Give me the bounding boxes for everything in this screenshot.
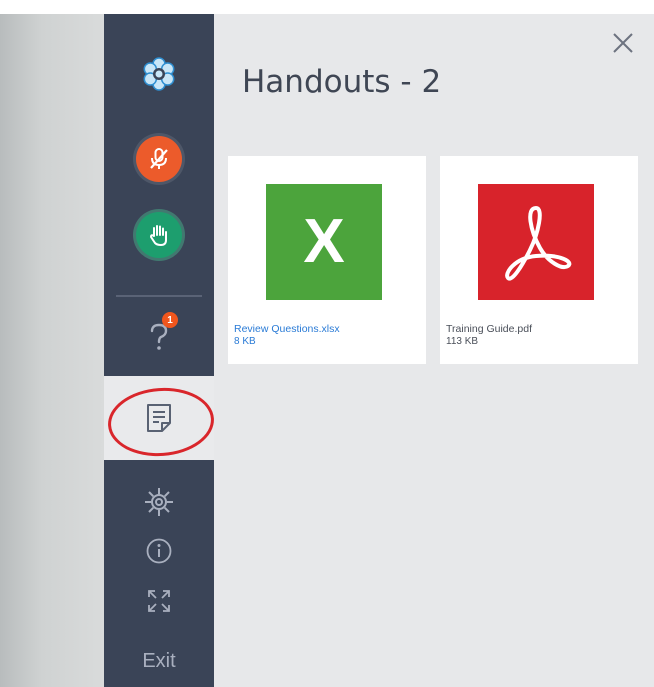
gear-icon	[145, 488, 173, 516]
mute-microphone-button[interactable]	[136, 136, 182, 182]
question-count-badge: 1	[162, 312, 178, 328]
sidebar-divider	[116, 295, 202, 297]
panel-title: Handouts - 2	[242, 64, 442, 100]
raise-hand-button[interactable]	[136, 212, 182, 258]
control-sidebar: 1 Exit	[104, 14, 217, 687]
pdf-file-icon	[478, 184, 594, 300]
blurred-background	[0, 14, 104, 687]
handout-file-name[interactable]: Training Guide.pdf	[446, 323, 532, 335]
handouts-panel: Handouts - 2 X Review Questions.xlsx 8 K…	[214, 14, 654, 687]
acrobat-logo-icon	[505, 206, 572, 281]
settings-button[interactable]	[141, 484, 177, 520]
handout-file-size: 113 KB	[446, 336, 479, 347]
microphone-muted-icon	[150, 148, 168, 169]
handout-card-pdf[interactable]: Training Guide.pdf 113 KB	[440, 156, 638, 364]
info-button[interactable]	[144, 536, 174, 566]
close-icon	[613, 33, 633, 53]
app-logo-icon	[139, 54, 179, 94]
handout-file-size: 8 KB	[234, 336, 256, 347]
raise-hand-icon	[150, 225, 167, 246]
handout-file-name[interactable]: Review Questions.xlsx	[234, 323, 340, 335]
excel-file-icon: X	[266, 184, 382, 300]
handout-card-xlsx[interactable]: X Review Questions.xlsx 8 KB	[228, 156, 426, 364]
close-button[interactable]	[610, 30, 636, 56]
exit-button[interactable]: Exit	[104, 650, 214, 673]
handouts-icon	[147, 404, 171, 432]
fullscreen-icon	[148, 590, 170, 612]
fullscreen-button[interactable]	[144, 586, 174, 616]
questions-button[interactable]: 1	[136, 312, 182, 360]
handouts-button[interactable]	[104, 376, 217, 460]
app-frame: 1 Exit Handouts - 2 X Review Questions.x…	[0, 14, 654, 687]
excel-thumb-letter: X	[303, 207, 345, 276]
info-icon	[146, 538, 172, 564]
